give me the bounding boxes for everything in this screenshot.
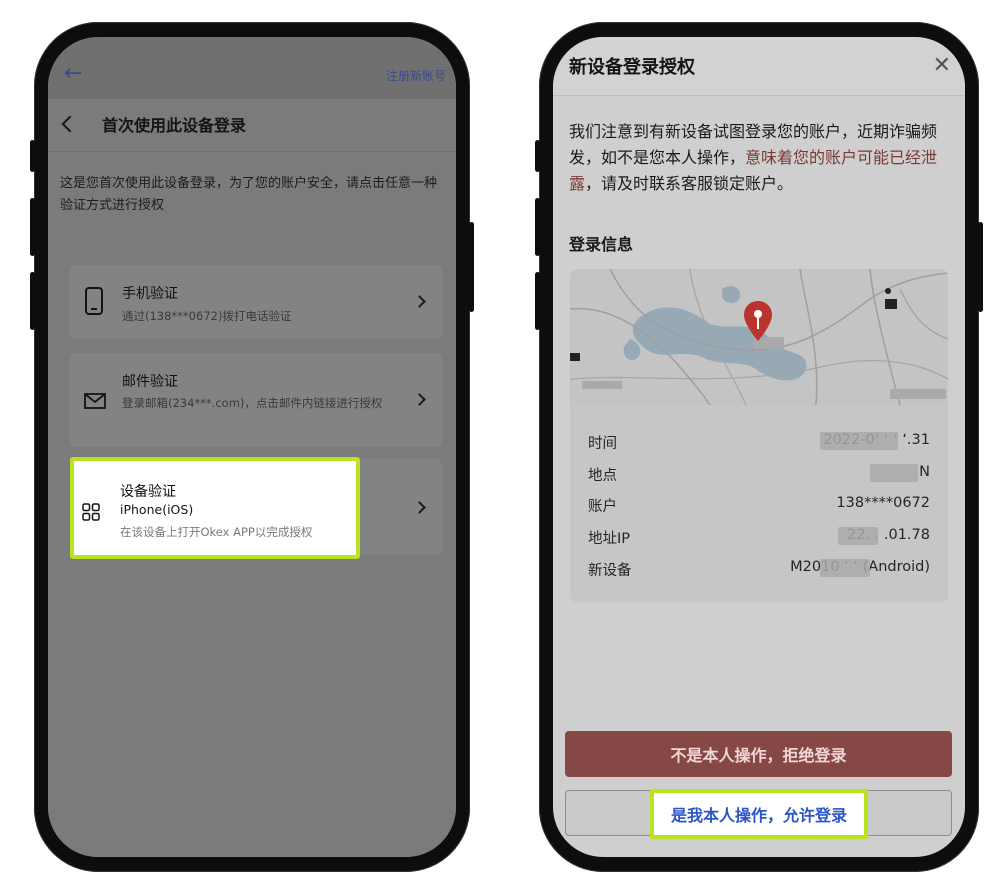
redaction-mask (838, 527, 878, 545)
right-screen: 新设备登录授权 ✕ 我们注意到有新设备试图登录您的账户，近期诈骗频发，如不是您本… (553, 37, 965, 857)
verification-sheet: 首次使用此设备登录 这是您首次使用此设备登录，为了您的账户安全，请点击任意一种验… (48, 99, 456, 857)
sheet-header: 首次使用此设备登录 (48, 99, 456, 149)
divider (48, 151, 456, 152)
option-title: 设备验证 (120, 484, 176, 500)
info-key: 时间 (588, 436, 617, 452)
power-button (469, 222, 474, 312)
dialog-title: 新设备登录授权 (569, 57, 695, 78)
info-key: 新设备 (588, 563, 632, 579)
info-value: N (919, 464, 930, 480)
volume-up-button (30, 198, 35, 256)
chevron-right-icon (413, 295, 426, 308)
email-verification-option[interactable]: 邮件验证 登录邮箱(234***.com)，点击邮件内链接进行授权 (70, 353, 442, 447)
phone-verification-option[interactable]: 手机验证 通过(138***0672)拨打电话验证 (70, 265, 442, 339)
dialog-header: 新设备登录授权 ✕ (553, 37, 965, 95)
deny-login-button[interactable]: 不是本人操作，拒绝登录 (565, 731, 952, 777)
info-key: 地点 (588, 468, 617, 484)
security-notice: 我们注意到有新设备试图登录您的账户，近期诈骗频发，如不是您本人操作，意味着您的账… (569, 119, 951, 197)
device-option-background (360, 459, 442, 555)
option-subtitle: 通过(138***0672)拨打电话验证 (122, 309, 292, 323)
device-verification-option[interactable]: 设备验证 iPhone(iOS) 在该设备上打开Okex APP以完成授权 (70, 457, 360, 559)
register-link[interactable]: 注册新账号 (386, 67, 446, 84)
chevron-right-icon (413, 501, 426, 514)
option-subtitle: 登录邮箱(234***.com)，点击邮件内链接进行授权 (122, 396, 383, 410)
login-info-label: 登录信息 (569, 235, 634, 254)
grid-icon (82, 503, 100, 521)
close-icon[interactable]: ✕ (933, 55, 951, 77)
chevron-left-icon[interactable] (61, 115, 79, 133)
allow-login-button[interactable]: 是我本人操作，允许登录 (650, 789, 868, 839)
mute-switch (535, 140, 540, 172)
verification-description: 这是您首次使用此设备登录，为了您的账户安全，请点击任意一种验证方式进行授权 (60, 176, 438, 213)
left-phone-frame: ← 注册新账号 首次使用此设备登录 这是您首次使用此设备登录，为了您的账户安全，… (30, 22, 474, 872)
option-title: 手机验证 (122, 286, 178, 302)
option-subtitle: 在该设备上打开Okex APP以完成授权 (120, 525, 313, 539)
background-app-topbar: ← 注册新账号 (48, 37, 456, 99)
divider (553, 95, 965, 96)
redaction-mask (870, 464, 918, 482)
login-info-card: 时间 2022-0‘ ‘ ‘ ‘.31 地点 N 账户 138****0672 … (570, 269, 948, 603)
info-key: 账户 (588, 499, 617, 515)
redaction-mask (820, 559, 870, 577)
left-screen: ← 注册新账号 首次使用此设备登录 这是您首次使用此设备登录，为了您的账户安全，… (48, 37, 456, 857)
info-key: 地址IP (588, 531, 631, 547)
phone-icon (85, 287, 103, 315)
arrow-left-icon[interactable]: ← (64, 63, 82, 85)
page-title: 首次使用此设备登录 (102, 116, 247, 135)
mail-icon (84, 393, 106, 409)
mute-switch (30, 140, 35, 172)
volume-up-button (535, 198, 540, 256)
info-row-account: 账户 138****0672 (588, 495, 930, 515)
info-value: 138****0672 (836, 495, 930, 511)
right-phone-frame: 新设备登录授权 ✕ 我们注意到有新设备试图登录您的账户，近期诈骗频发，如不是您本… (535, 22, 983, 872)
info-row-device: 新设备 M2010 ‘ ‘ (Android) (588, 559, 930, 579)
device-name: iPhone(iOS) (120, 502, 194, 517)
redaction-mask (820, 432, 898, 450)
volume-down-button (535, 272, 540, 330)
power-button (978, 222, 983, 312)
option-title: 邮件验证 (122, 374, 178, 390)
chevron-right-icon (413, 393, 426, 406)
location-map (570, 269, 948, 406)
notice-text-end: ，请及时联系客服锁定账户。 (585, 174, 794, 193)
map-pin-icon (744, 301, 772, 341)
volume-down-button (30, 272, 35, 330)
info-row-ip: 地址IP 22. . .01.78 (588, 527, 930, 547)
